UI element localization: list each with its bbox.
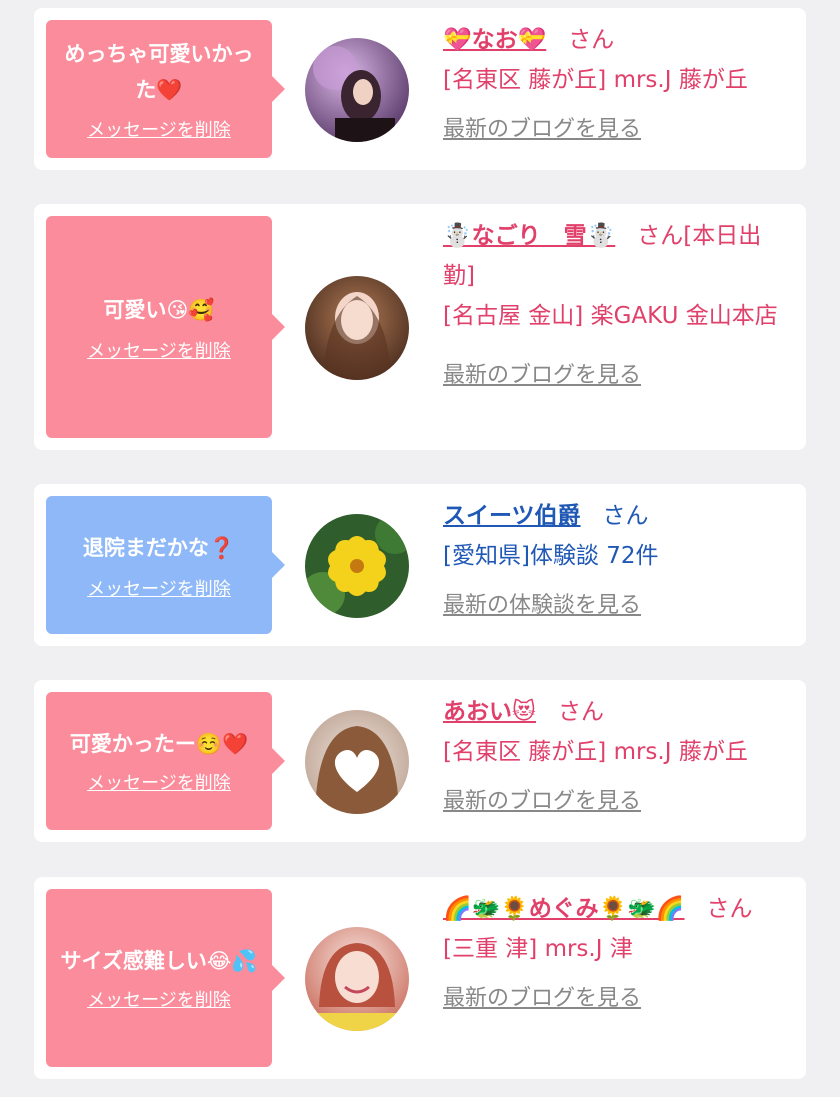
- avatar[interactable]: [305, 276, 409, 380]
- message-card: めっちゃ可愛いかった❤️ メッセージを削除 💝なお💝 さん [名東区 藤が丘] m…: [34, 8, 806, 170]
- shop-info: [愛知県]体験談 72件: [443, 543, 659, 569]
- profile-name-link[interactable]: ☃️なごり 雪☃️: [443, 223, 615, 249]
- honorific: さん: [557, 699, 604, 725]
- shop-info: [名古屋 金山] 楽GAKU 金山本店: [443, 303, 778, 329]
- message-bubble: めっちゃ可愛いかった❤️ メッセージを削除: [46, 20, 285, 158]
- avatar[interactable]: [305, 514, 409, 618]
- honorific: さん: [706, 896, 753, 922]
- profile-info: 🌈🐲🌻めぐみ🌻🐲🌈 さん [三重 津] mrs.J 津 最新のブログを見る: [443, 889, 792, 1019]
- latest-blog-link[interactable]: 最新のブログを見る: [443, 110, 641, 150]
- profile-info: あおい😻 さん [名東区 藤が丘] mrs.J 藤が丘 最新のブログを見る: [443, 692, 792, 822]
- delete-message-link[interactable]: メッセージを削除: [87, 769, 231, 795]
- honorific: さん: [568, 27, 615, 53]
- profile-info: スイーツ伯爵 さん [愛知県]体験談 72件 最新の体験談を見る: [443, 496, 792, 626]
- profile-name-link[interactable]: スイーツ伯爵: [443, 503, 581, 529]
- avatar[interactable]: [305, 710, 409, 814]
- latest-blog-link[interactable]: 最新のブログを見る: [443, 356, 641, 396]
- latest-review-link[interactable]: 最新の体験談を見る: [443, 586, 641, 626]
- profile-info: ☃️なごり 雪☃️ さん[本日出勤] [名古屋 金山] 楽GAKU 金山本店 最新…: [443, 216, 792, 396]
- profile-info: 💝なお💝 さん [名東区 藤が丘] mrs.J 藤が丘 最新のブログを見る: [443, 20, 792, 150]
- delete-message-link[interactable]: メッセージを削除: [87, 116, 231, 142]
- avatar[interactable]: [305, 927, 409, 1031]
- delete-message-link[interactable]: メッセージを削除: [87, 986, 231, 1012]
- message-text: サイズ感難しい😂💦: [60, 949, 258, 973]
- message-bubble: 可愛かったー☺️❤️ メッセージを削除: [46, 692, 285, 830]
- message-card: 退院まだかな❓ メッセージを削除 スイーツ伯爵 さん [愛知県]体験談 72件 …: [34, 484, 806, 646]
- message-text: 可愛い😘🥰: [103, 298, 215, 322]
- latest-blog-link[interactable]: 最新のブログを見る: [443, 979, 641, 1019]
- message-list: めっちゃ可愛いかった❤️ メッセージを削除 💝なお💝 さん [名東区 藤が丘] m…: [0, 0, 840, 1097]
- message-card: 可愛かったー☺️❤️ メッセージを削除 あおい😻 さん [名東区 藤が丘] mrs…: [34, 680, 806, 842]
- profile-name-link[interactable]: 💝なお💝: [443, 27, 546, 53]
- shop-info: [名東区 藤が丘] mrs.J 藤が丘: [443, 739, 748, 765]
- honorific: さん: [637, 223, 684, 249]
- delete-message-link[interactable]: メッセージを削除: [87, 575, 231, 601]
- shop-info: [名東区 藤が丘] mrs.J 藤が丘: [443, 67, 748, 93]
- message-text: めっちゃ可愛いかった❤️: [64, 42, 254, 102]
- shop-info: [三重 津] mrs.J 津: [443, 936, 633, 962]
- message-card: 可愛い😘🥰 メッセージを削除 ☃️なごり 雪☃️ さん[本日出勤] [名古屋 金山…: [34, 204, 806, 450]
- profile-name-link[interactable]: 🌈🐲🌻めぐみ🌻🐲🌈: [443, 896, 685, 922]
- avatar[interactable]: [305, 38, 409, 142]
- message-card: サイズ感難しい😂💦 メッセージを削除 🌈🐲🌻めぐみ🌻🐲🌈 さん [三重 津] mr…: [34, 877, 806, 1079]
- message-bubble: 退院まだかな❓ メッセージを削除: [46, 496, 285, 634]
- message-text: 可愛かったー☺️❤️: [69, 732, 249, 756]
- profile-name-link[interactable]: あおい😻: [443, 699, 536, 725]
- message-bubble: サイズ感難しい😂💦 メッセージを削除: [46, 889, 285, 1067]
- message-text: 退院まだかな❓: [82, 536, 236, 560]
- delete-message-link[interactable]: メッセージを削除: [87, 337, 231, 363]
- latest-blog-link[interactable]: 最新のブログを見る: [443, 782, 641, 822]
- message-bubble: 可愛い😘🥰 メッセージを削除: [46, 216, 285, 438]
- honorific: さん: [602, 503, 649, 529]
